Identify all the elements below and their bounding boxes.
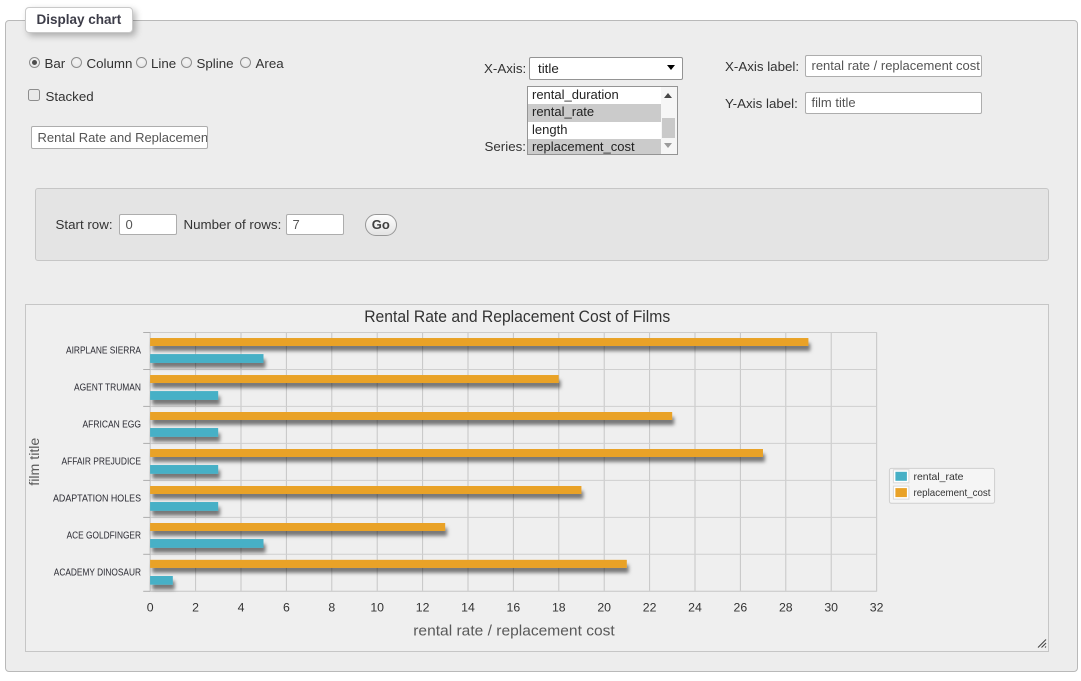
svg-text:32: 32 (870, 600, 884, 614)
svg-text:8: 8 (328, 600, 335, 614)
svg-text:16: 16 (507, 600, 521, 614)
svg-text:rental_rate: rental_rate (914, 471, 964, 483)
svg-text:AFFAIR PREJUDICE: AFFAIR PREJUDICE (62, 457, 142, 468)
svg-text:6: 6 (283, 600, 290, 614)
svg-text:10: 10 (370, 600, 384, 614)
svg-text:ACE GOLDFINGER: ACE GOLDFINGER (67, 530, 141, 541)
svg-text:ACADEMY DINOSAUR: ACADEMY DINOSAUR (54, 567, 141, 578)
svg-text:24: 24 (688, 600, 702, 614)
svg-text:AGENT TRUMAN: AGENT TRUMAN (74, 383, 141, 394)
svg-text:AFRICAN EGG: AFRICAN EGG (83, 420, 142, 431)
svg-text:26: 26 (734, 600, 748, 614)
svg-text:20: 20 (597, 600, 611, 614)
svg-text:2: 2 (192, 600, 199, 614)
svg-text:Rental Rate and Replacement Co: Rental Rate and Replacement Cost of Film… (364, 308, 670, 326)
svg-text:30: 30 (824, 600, 838, 614)
svg-text:AIRPLANE SIERRA: AIRPLANE SIERRA (66, 346, 141, 357)
svg-text:ADAPTATION HOLES: ADAPTATION HOLES (53, 494, 141, 505)
svg-text:0: 0 (147, 600, 154, 614)
svg-text:12: 12 (416, 600, 430, 614)
svg-text:rental rate / replacement cost: rental rate / replacement cost (413, 622, 615, 639)
svg-text:28: 28 (779, 600, 793, 614)
svg-text:replacement_cost: replacement_cost (914, 487, 991, 499)
svg-text:4: 4 (238, 600, 245, 614)
svg-text:18: 18 (552, 600, 566, 614)
svg-text:film title: film title (27, 438, 42, 486)
svg-text:14: 14 (461, 600, 475, 614)
svg-text:22: 22 (643, 600, 657, 614)
